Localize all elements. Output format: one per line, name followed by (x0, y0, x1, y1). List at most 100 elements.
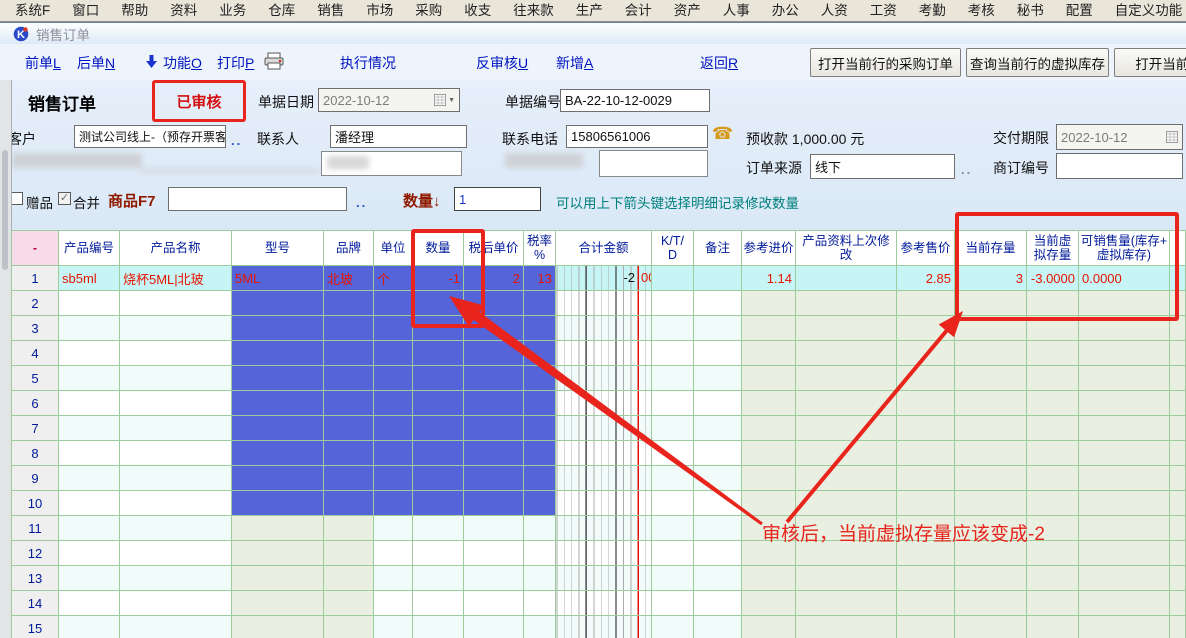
table-cell[interactable] (1027, 291, 1079, 316)
table-cell[interactable]: sb5ml (59, 266, 120, 291)
table-cell[interactable] (1170, 316, 1186, 341)
table-cell[interactable] (413, 416, 464, 441)
table-cell[interactable] (556, 566, 652, 591)
table-cell[interactable] (524, 291, 556, 316)
table-cell[interactable] (59, 366, 120, 391)
table-cell[interactable] (796, 416, 897, 441)
table-cell[interactable] (59, 391, 120, 416)
table-cell[interactable] (1170, 616, 1186, 638)
phone-icon[interactable]: ☎ (712, 124, 733, 144)
row-number[interactable]: 3 (12, 316, 59, 341)
table-cell[interactable] (59, 566, 120, 591)
table-cell[interactable] (742, 591, 796, 616)
table-cell[interactable] (955, 316, 1027, 341)
table-cell[interactable] (556, 616, 652, 638)
table-cell[interactable] (1027, 416, 1079, 441)
table-cell[interactable] (232, 441, 324, 466)
table-cell[interactable] (955, 391, 1027, 416)
prev-doc-link[interactable]: 前单L (25, 53, 61, 73)
table-cell[interactable] (556, 291, 652, 316)
table-cell[interactable] (556, 416, 652, 441)
col-header[interactable]: 品牌 (324, 231, 374, 266)
next-doc-link[interactable]: 后单N (77, 53, 115, 73)
table-cell[interactable] (1170, 416, 1186, 441)
table-cell[interactable] (232, 466, 324, 491)
menu-item[interactable]: 人资 (810, 1, 859, 21)
table-cell[interactable] (524, 591, 556, 616)
table-cell[interactable] (694, 416, 742, 441)
row-number[interactable]: 4 (12, 341, 59, 366)
row-number[interactable]: 5 (12, 366, 59, 391)
table-cell[interactable] (796, 391, 897, 416)
table-cell[interactable] (1079, 366, 1170, 391)
table-cell[interactable] (324, 566, 374, 591)
table-cell[interactable] (955, 341, 1027, 366)
menu-item[interactable]: 业务 (208, 1, 257, 21)
functions-link[interactable]: 功能O (163, 53, 202, 73)
table-cell[interactable] (464, 491, 524, 516)
table-cell[interactable] (1027, 491, 1079, 516)
table-cell[interactable]: 2.85 (897, 266, 955, 291)
menu-item[interactable]: 收支 (453, 1, 502, 21)
table-cell[interactable] (120, 366, 232, 391)
phone-input[interactable]: 15806561006 (566, 125, 708, 148)
table-cell[interactable] (742, 316, 796, 341)
table-cell[interactable] (556, 441, 652, 466)
unapprove-link[interactable]: 反审核U (476, 53, 528, 73)
table-cell[interactable] (374, 566, 413, 591)
table-cell[interactable] (524, 466, 556, 491)
col-header[interactable]: 参考进价 (742, 231, 796, 266)
table-cell[interactable] (1027, 566, 1079, 591)
table-cell[interactable] (1170, 466, 1186, 491)
table-cell[interactable] (556, 316, 652, 341)
table-cell[interactable] (556, 516, 652, 541)
table-cell[interactable] (324, 491, 374, 516)
table-cell[interactable] (652, 416, 694, 441)
table-cell[interactable] (120, 416, 232, 441)
table-cell[interactable] (897, 591, 955, 616)
table-cell[interactable] (955, 291, 1027, 316)
table-cell[interactable] (955, 416, 1027, 441)
col-header[interactable]: 参考售价 (897, 231, 955, 266)
table-cell[interactable] (1170, 491, 1186, 516)
menu-item[interactable]: 系统F (4, 1, 61, 21)
table-cell[interactable] (694, 316, 742, 341)
contact-input[interactable]: 潘经理 (330, 125, 467, 148)
table-cell[interactable] (694, 591, 742, 616)
table-cell[interactable] (324, 541, 374, 566)
table-cell[interactable] (1170, 266, 1186, 291)
menu-item[interactable]: 会计 (614, 1, 663, 21)
table-cell[interactable] (556, 491, 652, 516)
col-header[interactable]: 产品名称 (120, 231, 232, 266)
table-cell[interactable] (1079, 591, 1170, 616)
table-cell[interactable] (652, 266, 694, 291)
col-header[interactable]: 备注 (694, 231, 742, 266)
table-cell[interactable] (694, 366, 742, 391)
row-number[interactable]: 2 (12, 291, 59, 316)
table-cell[interactable] (324, 366, 374, 391)
table-cell[interactable] (694, 516, 742, 541)
table-cell[interactable] (464, 366, 524, 391)
menu-item[interactable]: 秘书 (1006, 1, 1055, 21)
table-cell[interactable] (897, 316, 955, 341)
table-cell[interactable] (694, 391, 742, 416)
row-number[interactable]: 11 (12, 516, 59, 541)
menu-item[interactable]: 人事 (712, 1, 761, 21)
table-cell[interactable] (694, 441, 742, 466)
table-cell[interactable] (1027, 341, 1079, 366)
doc-no-input[interactable]: BA-22-10-12-0029 (560, 89, 710, 112)
table-cell[interactable] (413, 566, 464, 591)
table-cell[interactable] (955, 441, 1027, 466)
table-cell[interactable] (59, 416, 120, 441)
table-cell[interactable] (232, 591, 324, 616)
table-cell[interactable] (413, 316, 464, 341)
menu-item[interactable]: 帮助 (110, 1, 159, 21)
query-virtual-stock-button[interactable]: 查询当前行的虚拟库存 (966, 48, 1109, 77)
table-cell[interactable] (556, 366, 652, 391)
menu-item[interactable]: 工资 (859, 1, 908, 21)
table-cell[interactable] (120, 616, 232, 638)
table-cell[interactable] (120, 541, 232, 566)
table-cell[interactable] (796, 491, 897, 516)
table-cell[interactable] (1079, 566, 1170, 591)
row-number[interactable]: 14 (12, 591, 59, 616)
